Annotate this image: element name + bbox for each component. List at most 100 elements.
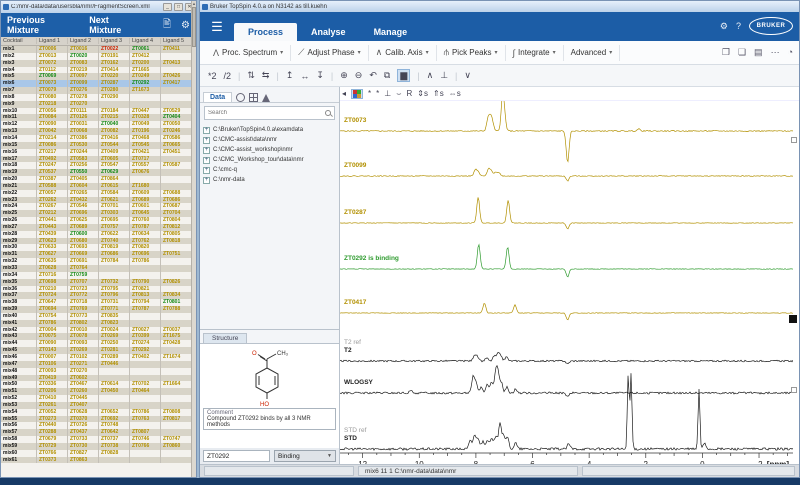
ligand-cell[interactable] <box>161 429 192 436</box>
ligand-cell[interactable]: ZT1680 <box>130 183 161 190</box>
expand-plus-icon[interactable]: + <box>203 127 210 134</box>
toolbar-icon[interactable]: ▆ <box>397 69 410 82</box>
window-layout-icon[interactable]: ▤ <box>754 47 763 58</box>
ligand-cell[interactable]: ZT0057 <box>37 190 68 197</box>
ligand-cell[interactable]: ZT0696 <box>68 210 99 217</box>
ligand-cell[interactable]: ZT0191 <box>99 53 130 60</box>
table-row-mix10[interactable]: mix10ZT0056ZT0111ZT0184ZT0447ZT0529 <box>1 108 196 115</box>
ligand-cell[interactable]: ZT0679 <box>37 436 68 443</box>
overlay-tool-icon[interactable]: ⇔s <box>449 89 461 98</box>
ligand-cell[interactable] <box>99 375 130 382</box>
ligand-cell[interactable]: ZT0812 <box>161 224 192 231</box>
ligand-cell[interactable]: ZT0587 <box>161 162 192 169</box>
ligand-cell[interactable]: ZT0763 <box>130 416 161 423</box>
ligand-cell[interactable]: ZT0387 <box>37 176 68 183</box>
table-scrollbar[interactable]: ▲ <box>191 1 196 477</box>
ligand-cell[interactable] <box>130 457 161 464</box>
experiment-flask-icon[interactable] <box>262 94 270 102</box>
ligand-cell[interactable]: ZT0737 <box>99 436 130 443</box>
toolbar-icon[interactable]: ∧ <box>427 70 434 81</box>
ligand-cell[interactable]: ZT0409 <box>99 149 130 156</box>
table-row-mix6[interactable]: mix6ZT0073ZT0099ZT0287ZT0292ZT0417 <box>1 80 196 87</box>
overlay-tool-icon[interactable]: * <box>368 89 371 98</box>
table-row-mix49[interactable]: mix49ZT0419ZT0602 <box>1 375 196 382</box>
ligand-cell[interactable]: ZT0428 <box>161 340 192 347</box>
ligand-cell[interactable] <box>130 368 161 375</box>
table-row-mix61[interactable]: mix61ZT0373ZT0863 <box>1 457 196 464</box>
table-row-mix44[interactable]: mix44ZT0090ZT0093ZT0250ZT0274ZT0428 <box>1 340 196 347</box>
toolbar-icon[interactable]: /2 <box>224 71 232 81</box>
ligand-cell[interactable]: ZT0794 <box>130 299 161 306</box>
ligand-cell[interactable] <box>130 265 161 272</box>
ligand-cell[interactable]: ZT0707 <box>68 279 99 286</box>
table-row-mix55[interactable]: mix55ZT0273ZT0370ZT0692ZT0763ZT0817 <box>1 416 196 423</box>
table-row-mix11[interactable]: mix11ZT0084ZT0126ZT0215ZT0328ZT0404 <box>1 114 196 121</box>
ligand-cell[interactable]: ZT1664 <box>161 381 192 388</box>
ligand-cell[interactable]: ZT0691 <box>68 258 99 265</box>
table-row-mix24[interactable]: mix24ZT0267ZT0546ZT0701ZT0601ZT0687 <box>1 203 196 210</box>
spectrum-display-area[interactable]: ◂**⊥⌣R⇕s⇑s⇔s 121086420-2[ppm] ZT0073ZT00… <box>340 87 799 464</box>
overlay-tool-icon[interactable]: R <box>407 89 413 98</box>
table-row-mix47[interactable]: mix47ZT0106ZT0271ZT0446 <box>1 361 196 368</box>
ligand-cell[interactable] <box>161 67 192 74</box>
table-row-mix53[interactable]: mix53ZT0261ZT0407 <box>1 402 196 409</box>
table-row-mix12[interactable]: mix12ZT0090ZT0031ZT0040ZT0049ZT0050 <box>1 121 196 128</box>
ligand-cell[interactable]: ZT0303 <box>99 210 130 217</box>
scroll-thumb[interactable] <box>192 7 196 47</box>
ligand-cell[interactable]: ZT0247 <box>37 162 68 169</box>
ligand-cell[interactable] <box>161 320 192 327</box>
toolbar-icon[interactable]: ⧉ <box>384 70 390 81</box>
ligand-cell[interactable]: ZT0196 <box>130 128 161 135</box>
ligand-cell[interactable] <box>130 450 161 457</box>
ligand-cell[interactable]: ZT0826 <box>161 279 192 286</box>
ligand-cell[interactable]: ZT0068 <box>68 128 99 135</box>
ligand-cell[interactable]: ZT0219 <box>68 67 99 74</box>
ligand-cell[interactable]: ZT0773 <box>68 313 99 320</box>
ligand-cell[interactable]: ZT0386 <box>68 135 99 142</box>
ligand-cell[interactable]: ZT0787 <box>130 306 161 313</box>
ligand-cell[interactable]: ZT0287 <box>99 80 130 87</box>
ligand-cell[interactable]: ZT0634 <box>130 231 161 238</box>
ligand-cell[interactable]: ZT0451 <box>161 149 192 156</box>
ligand-cell[interactable]: ZT0440 <box>37 422 68 429</box>
ligand-cell[interactable] <box>130 176 161 183</box>
grid-view-icon[interactable] <box>249 93 258 102</box>
ligand-cell[interactable]: ZT0402 <box>130 354 161 361</box>
ligand-cell[interactable]: ZT0450 <box>99 388 130 395</box>
ligand-cell[interactable]: ZT0550 <box>68 169 99 176</box>
ligand-cell[interactable] <box>161 347 192 354</box>
ligand-cell[interactable]: ZT0545 <box>130 142 161 149</box>
ligand-cell[interactable]: ZT0443 <box>37 224 68 231</box>
ligand-cell[interactable]: ZT0808 <box>161 409 192 416</box>
previous-mixture-button[interactable]: Previous Mixture <box>7 15 79 35</box>
ligand-cell[interactable]: ZT0075 <box>37 333 68 340</box>
ligand-cell[interactable] <box>161 368 192 375</box>
ligand-cell[interactable]: ZT0099 <box>68 80 99 87</box>
ligand-cell[interactable]: ZT0864 <box>99 176 130 183</box>
ligand-cell[interactable]: ZT0645 <box>130 210 161 217</box>
ligand-cell[interactable]: ZT0787 <box>130 224 161 231</box>
toolbar-icon[interactable]: *2 <box>208 71 217 81</box>
ligand-cell[interactable]: ZT0695 <box>99 217 130 224</box>
ligand-cell[interactable] <box>161 450 192 457</box>
ligand-cell[interactable]: ZT0276 <box>68 87 99 94</box>
ligand-cell[interactable]: ZT0220 <box>99 73 130 80</box>
ligand-cell[interactable] <box>161 94 192 101</box>
window-layout-icon[interactable]: ❐ <box>722 47 730 58</box>
table-row-mix18[interactable]: mix18ZT0247ZT0256ZT0547ZT0557ZT0587 <box>1 162 196 169</box>
topspin-titlebar[interactable]: Bruker TopSpin 4.0.a on N3142 as till.ku… <box>200 1 799 12</box>
table-row-mix2[interactable]: mix2ZT0013ZT0020ZT0191ZT0412 <box>1 53 196 60</box>
ligand-cell[interactable]: ZT0796 <box>99 292 130 299</box>
ligand-cell[interactable] <box>130 375 161 382</box>
ligand-cell[interactable]: ZT0269 <box>68 347 99 354</box>
proc-spectrum-button[interactable]: ΛProc. Spectrum▾ <box>206 45 291 61</box>
ligand-cell[interactable]: ZT0819 <box>99 244 130 251</box>
ligand-cell[interactable]: ZT0328 <box>130 114 161 121</box>
ligand-cell[interactable]: ZT0464 <box>130 388 161 395</box>
tab-structure[interactable]: Structure <box>203 333 247 343</box>
ligand-cell[interactable]: ZT0290 <box>99 94 130 101</box>
ligand-cell[interactable]: ZT0828 <box>99 450 130 457</box>
ligand-cell[interactable]: ZT0417 <box>161 80 192 87</box>
table-row-mix58[interactable]: mix58ZT0679ZT0733ZT0737ZT0746ZT0747 <box>1 436 196 443</box>
ligand-cell[interactable]: ZT0726 <box>68 422 99 429</box>
